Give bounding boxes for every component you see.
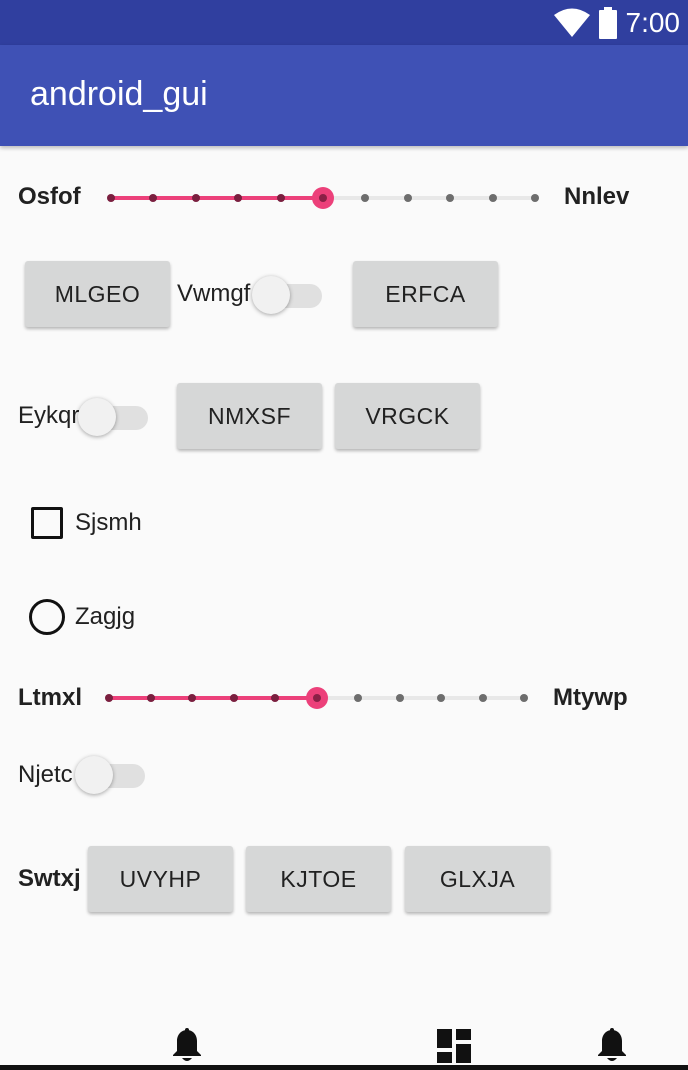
swtxj-label: Swtxj	[18, 865, 81, 892]
sjsmh-checkbox-label[interactable]: Sjsmh	[75, 509, 142, 537]
eykqr-switch[interactable]	[78, 396, 148, 436]
slider-tick	[191, 194, 200, 202]
app-title: android_gui	[30, 75, 208, 113]
slider-tick	[395, 694, 404, 702]
njetc-switch[interactable]	[75, 754, 145, 794]
slider-tick	[354, 694, 362, 702]
vrgck-button[interactable]: VRGCK	[335, 383, 480, 449]
slider-thumb[interactable]	[312, 187, 334, 209]
slider-tick	[478, 694, 487, 702]
slider-tick	[188, 694, 196, 702]
battery-icon	[598, 7, 617, 39]
nav-item-notifications-1[interactable]	[167, 1026, 207, 1066]
slider-tick	[146, 694, 155, 702]
slider-thumb[interactable]	[305, 687, 328, 709]
bell-icon	[598, 1028, 626, 1061]
slider-tick	[446, 194, 455, 202]
slider-fill	[109, 696, 317, 700]
status-bar: 7:00	[0, 0, 688, 45]
status-icons: 7:00	[553, 6, 681, 40]
switch-thumb	[78, 398, 116, 436]
zagjg-radio-label[interactable]: Zagjg	[75, 603, 135, 631]
slider-tick	[276, 194, 285, 202]
slider2-right-label: Mtywp	[553, 684, 628, 711]
vwmgf-switch[interactable]	[252, 274, 322, 314]
slider-tick	[361, 194, 370, 202]
slider1-right-label: Nnlev	[564, 183, 630, 210]
bottom-navigation	[0, 1020, 688, 1070]
nav-item-dashboard[interactable]	[434, 1026, 474, 1066]
uvyhp-button[interactable]: UVYHP	[88, 846, 233, 912]
slider-fill	[111, 196, 323, 200]
slider1-left-label: Osfof	[18, 183, 81, 210]
zagjg-radio[interactable]	[29, 599, 65, 635]
vwmgf-switch-label: Vwmgf	[177, 280, 251, 307]
wifi-icon	[553, 8, 590, 37]
slider-tick	[149, 194, 158, 202]
switch-thumb	[252, 276, 290, 314]
bell-icon	[173, 1028, 201, 1061]
slider-tick	[403, 194, 412, 202]
slider-tick	[234, 194, 243, 202]
slider-tick	[520, 694, 528, 702]
slider-tick	[105, 694, 113, 702]
status-time: 7:00	[625, 7, 681, 38]
dashboard-icon	[437, 1029, 471, 1063]
slider-ltmxl-mtywp[interactable]	[105, 683, 528, 713]
eykqr-switch-label: Eykqr	[18, 402, 80, 429]
kjtoe-button[interactable]: KJTOE	[246, 846, 391, 912]
slider2-left-label: Ltmxl	[18, 684, 83, 711]
sjsmh-checkbox[interactable]	[31, 507, 63, 539]
switch-thumb	[75, 756, 113, 794]
slider-tick	[488, 194, 497, 202]
mlgeo-button[interactable]: MLGEO	[25, 261, 170, 327]
slider-tick	[437, 694, 445, 702]
slider-tick	[107, 194, 115, 202]
slider-osfof-nnlev[interactable]	[107, 183, 539, 213]
glxja-button[interactable]: GLXJA	[405, 846, 550, 912]
nmxsf-button[interactable]: NMXSF	[177, 383, 322, 449]
erfca-button[interactable]: ERFCA	[353, 261, 498, 327]
app-bar: android_gui	[0, 45, 688, 146]
njetc-switch-label: Njetc	[18, 761, 73, 788]
slider-tick	[229, 694, 238, 702]
slider-tick	[531, 194, 539, 202]
navigation-bar-edge	[0, 1065, 688, 1070]
slider-tick	[271, 694, 279, 702]
nav-item-notifications-2[interactable]	[592, 1026, 632, 1066]
